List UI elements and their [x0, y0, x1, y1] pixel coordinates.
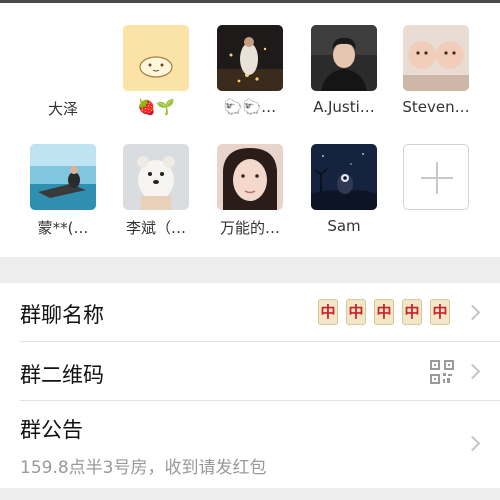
member-item[interactable]: A.Justi…: [297, 25, 391, 135]
mahjong-tile-icon: 中: [346, 299, 366, 325]
group-name-value: 中 中 中 中 中: [318, 299, 452, 327]
chevron-right-icon: [464, 363, 481, 380]
member-name: Sam: [327, 217, 361, 235]
member-avatar: [217, 25, 283, 91]
member-item[interactable]: Sam: [297, 144, 391, 254]
group-notice-label: 群公告: [20, 418, 83, 442]
chevron-right-icon: [464, 435, 481, 452]
member-avatar: [311, 25, 377, 91]
member-grid: 大泽 🍓🌱 🐑🐑… A.Justi… Steven… 蒙**(… 李斌（… 万能…: [0, 3, 500, 257]
member-name: 蒙**(…: [37, 219, 89, 237]
member-item[interactable]: 李斌（…: [109, 144, 203, 254]
member-avatar: [123, 25, 189, 91]
mahjong-tile-icon: 中: [318, 299, 338, 325]
group-notice-row[interactable]: 群公告 159.8点半3号房，收到请发红包: [0, 401, 500, 488]
mahjong-tile-icon: 中: [430, 299, 450, 325]
group-name-row[interactable]: 群聊名称 中 中 中 中 中: [0, 283, 500, 341]
member-item[interactable]: 大泽: [16, 25, 110, 135]
qr-code-row[interactable]: 群二维码: [0, 342, 500, 400]
mahjong-tile-icon: 中: [402, 299, 422, 325]
member-avatar: [30, 144, 96, 210]
member-name: Steven…: [402, 98, 470, 116]
member-name: 🍓🌱: [137, 98, 175, 116]
member-name: 🐑🐑…: [223, 98, 277, 116]
qr-code-label: 群二维码: [20, 363, 104, 387]
member-item[interactable]: Steven…: [389, 25, 483, 135]
member-avatar: [123, 144, 189, 210]
member-item[interactable]: 蒙**(…: [16, 144, 110, 254]
member-name: 万能的…: [219, 219, 280, 237]
mahjong-tile-icon: 中: [374, 299, 394, 325]
member-name: 李斌（…: [125, 219, 186, 237]
member-avatar: [403, 25, 469, 91]
member-item[interactable]: 🍓🌱: [109, 25, 203, 135]
group-settings: 群聊名称 中 中 中 中 中 群二维码 群公告 159.8点半3号房，收到请发红…: [0, 283, 500, 488]
member-name: 大泽: [47, 100, 78, 118]
chevron-right-icon: [464, 304, 481, 321]
member-item[interactable]: 万能的…: [203, 144, 297, 254]
member-avatar: [217, 144, 283, 210]
qr-code-icon: [430, 360, 454, 384]
member-name: A.Justi…: [313, 98, 375, 116]
add-member-item[interactable]: [389, 144, 483, 254]
group-name-label: 群聊名称: [20, 303, 104, 327]
group-notice-text: 159.8点半3号房，收到请发红包: [20, 458, 267, 478]
add-member-button[interactable]: [403, 144, 469, 210]
member-item[interactable]: 🐑🐑…: [203, 25, 297, 135]
member-avatar: [311, 144, 377, 210]
